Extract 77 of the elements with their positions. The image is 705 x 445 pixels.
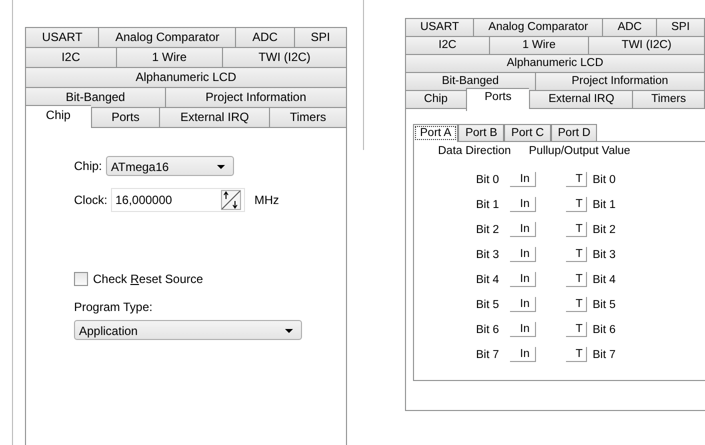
- tab[interactable]: Ports: [466, 88, 530, 111]
- direction-button[interactable]: In: [510, 197, 536, 212]
- checkbox-label: Check Reset Source: [93, 272, 204, 286]
- unit-label: MHz: [254, 193, 280, 207]
- tab[interactable]: SPI: [294, 27, 348, 47]
- tab[interactable]: Analog Comparator: [473, 18, 602, 36]
- checkbox[interactable]: [74, 272, 88, 286]
- chip-label: Chip:: [74, 159, 102, 173]
- port-tab[interactable]: Port C: [504, 124, 551, 141]
- direction-button[interactable]: In: [510, 297, 536, 312]
- bit-label: Bit 7: [592, 348, 616, 360]
- tab[interactable]: I2C: [25, 47, 116, 67]
- dropdown-arrow-icon: [217, 165, 226, 169]
- tab[interactable]: Ports: [90, 107, 160, 127]
- bit-label: Bit 3: [592, 248, 616, 260]
- bit-label: Bit 1: [476, 198, 500, 210]
- direction-button[interactable]: In: [510, 272, 536, 287]
- tab[interactable]: Project Information: [534, 72, 705, 90]
- dropdown-arrow-icon: [285, 329, 293, 333]
- value-button[interactable]: T: [566, 172, 587, 187]
- bit-label: Bit 2: [476, 224, 500, 236]
- port-tab[interactable]: Port D: [550, 124, 598, 141]
- bit-label: Bit 4: [476, 274, 500, 286]
- tab[interactable]: Alphanumeric LCD: [25, 67, 347, 87]
- tab[interactable]: USART: [25, 27, 98, 47]
- column-header: Data Direction: [438, 145, 511, 159]
- chip-dropdown[interactable]: ATmega16: [106, 156, 234, 176]
- bit-label: Bit 5: [476, 298, 500, 310]
- tab[interactable]: Analog Comparator: [98, 27, 236, 47]
- column-header: Pullup/Output Value: [528, 145, 630, 159]
- value-button[interactable]: T: [566, 197, 587, 212]
- value-button[interactable]: T: [566, 322, 587, 337]
- bit-label: Bit 2: [592, 224, 616, 236]
- tab[interactable]: Timers: [632, 90, 705, 108]
- bit-label: Bit 4: [592, 274, 616, 286]
- port-tab[interactable]: Port B: [458, 124, 504, 141]
- bit-label: Bit 3: [476, 248, 500, 260]
- tab[interactable]: Timers: [268, 107, 347, 127]
- clock-label: Clock:: [74, 193, 108, 207]
- tab[interactable]: Chip: [25, 105, 91, 128]
- value-button[interactable]: T: [566, 272, 587, 287]
- tab[interactable]: External IRQ: [529, 90, 632, 108]
- bit-label: Bit 5: [592, 298, 616, 310]
- tab[interactable]: 1 Wire: [488, 36, 588, 54]
- bit-label: Bit 7: [476, 348, 500, 360]
- value-button[interactable]: T: [566, 297, 587, 312]
- bit-label: Bit 6: [592, 324, 616, 336]
- direction-button[interactable]: In: [510, 347, 536, 362]
- value-button[interactable]: T: [566, 222, 587, 237]
- tab[interactable]: TWI (I2C): [222, 47, 347, 67]
- bit-label: Bit 6: [476, 324, 500, 336]
- program-type-dropdown[interactable]: Application: [74, 320, 302, 340]
- program-type-label: Program Type:: [74, 300, 154, 314]
- tab[interactable]: Bit-Banged: [25, 87, 165, 107]
- tab[interactable]: 1 Wire: [116, 47, 222, 67]
- tab[interactable]: Chip: [405, 90, 466, 108]
- value-button[interactable]: T: [566, 247, 587, 262]
- tab[interactable]: External IRQ: [159, 107, 269, 127]
- direction-button[interactable]: In: [510, 322, 536, 337]
- port-tab[interactable]: Port A: [413, 124, 458, 142]
- spin-arrows-icon[interactable]: [221, 190, 242, 210]
- tab[interactable]: Bit-Banged: [405, 72, 535, 90]
- tab[interactable]: Project Information: [164, 87, 347, 107]
- bit-label: Bit 1: [592, 198, 616, 210]
- tab[interactable]: Alphanumeric LCD: [405, 54, 705, 72]
- value-button[interactable]: T: [566, 347, 587, 362]
- direction-button[interactable]: In: [510, 172, 536, 187]
- tab[interactable]: TWI (I2C): [588, 36, 705, 54]
- tab[interactable]: ADC: [235, 27, 294, 47]
- bit-label: Bit 0: [592, 174, 616, 186]
- tab[interactable]: ADC: [602, 18, 656, 36]
- tab[interactable]: USART: [405, 18, 474, 36]
- direction-button[interactable]: In: [510, 247, 536, 262]
- tab[interactable]: I2C: [405, 36, 489, 54]
- direction-button[interactable]: In: [510, 222, 536, 237]
- bit-label: Bit 0: [476, 174, 500, 186]
- tab[interactable]: SPI: [656, 18, 705, 36]
